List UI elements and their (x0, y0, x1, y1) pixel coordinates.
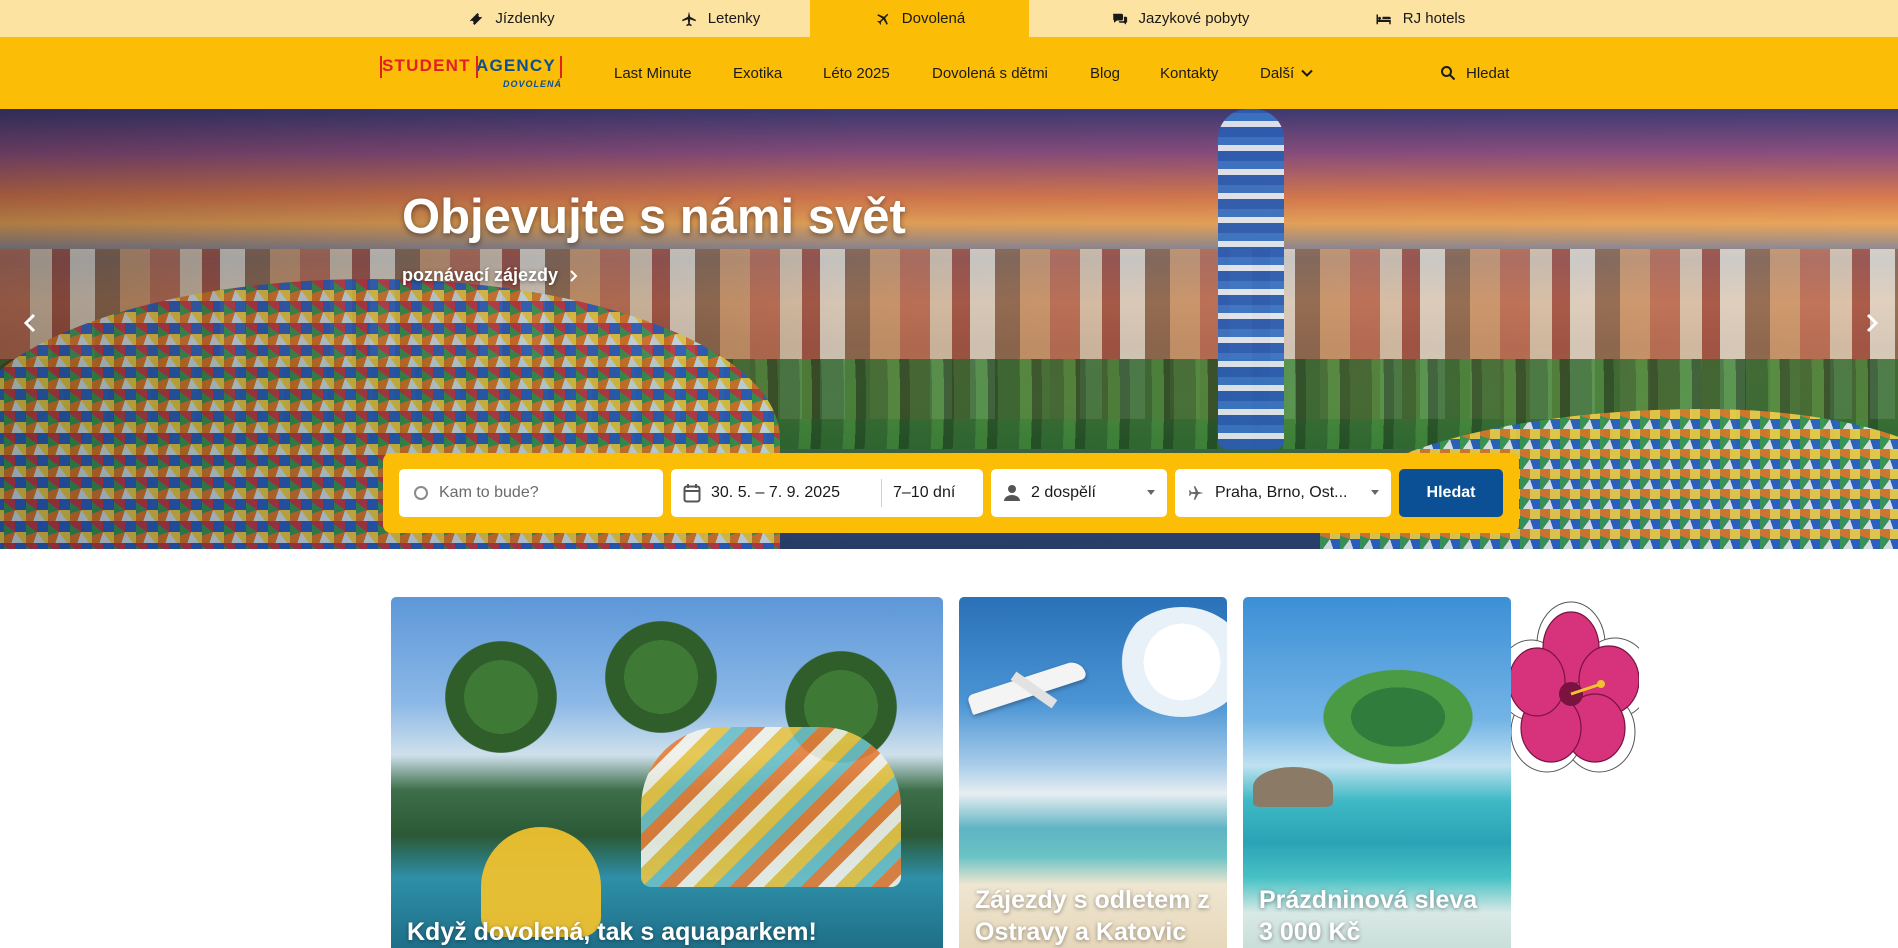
person-icon (1004, 485, 1020, 501)
caption-line: Ostravy a Katovic (975, 918, 1187, 946)
bed-icon (1376, 14, 1391, 24)
dropdown-arrow-icon (1147, 490, 1155, 495)
card-image-palm (591, 617, 731, 737)
travelers-select[interactable]: 2 dospělí (991, 469, 1167, 517)
tab-letenky[interactable]: Letenky (640, 0, 800, 37)
nav-kontakty[interactable]: Kontakty (1160, 37, 1218, 109)
departure-select[interactable]: Praha, Brno, Ost... (1175, 469, 1391, 517)
carousel-prev-arrow[interactable] (18, 311, 42, 335)
logo-divider (476, 56, 478, 78)
airplane-icon (681, 11, 696, 26)
nav-blog[interactable]: Blog (1090, 37, 1120, 109)
nav-search-label: Hledat (1466, 64, 1510, 82)
main-navigation: STUDENT AGENCY DOVOLENÁ Last Minute Exot… (0, 37, 1898, 109)
ticket-icon (470, 12, 483, 25)
travelers-value: 2 dospělí (1031, 484, 1096, 501)
destination-input[interactable]: Kam to bude? (399, 469, 663, 517)
tab-label: Jazykové pobyty (1138, 10, 1250, 27)
nav-leto-2025[interactable]: Léto 2025 (823, 37, 890, 109)
nav-dovolena-s-detmi[interactable]: Dovolená s dětmi (932, 37, 1048, 109)
beach-plane-icon (876, 13, 889, 25)
caption-line: Prázdninová sleva (1259, 886, 1478, 914)
nav-last-minute[interactable]: Last Minute (614, 37, 692, 109)
tab-label: Jízdenky (495, 10, 555, 27)
promo-card-summer-discount[interactable]: Prázdninová sleva 3 000 Kč (1243, 597, 1511, 948)
search-submit-button[interactable]: Hledat (1399, 469, 1503, 517)
date-range-field[interactable]: 30. 5. – 7. 9. 2025 7–10 dní (671, 469, 983, 517)
chevron-right-icon (570, 269, 578, 282)
product-tabs-bar: Jízdenky Letenky Dovolená Jazykové pobyt… (0, 0, 1898, 37)
tab-jizdenky[interactable]: Jízdenky (426, 0, 596, 37)
destination-placeholder: Kam to bude? (439, 484, 539, 501)
tab-label: Letenky (707, 10, 761, 27)
card-image-palm (431, 637, 571, 757)
promo-card-caption: Když dovolená, tak s aquaparkem! (407, 918, 817, 946)
calendar-icon (683, 484, 701, 503)
field-divider (881, 479, 882, 507)
nav-search-link[interactable]: Hledat (1440, 37, 1509, 109)
departure-value: Praha, Brno, Ost... (1215, 484, 1348, 501)
student-agency-logo[interactable]: STUDENT AGENCY DOVOLENÁ (380, 56, 562, 90)
carousel-next-arrow[interactable] (1860, 311, 1884, 335)
airplane-icon (1188, 486, 1204, 500)
caption-line: Zájezdy s odletem z (975, 886, 1210, 914)
dropdown-arrow-icon (1371, 490, 1379, 495)
logo-divider (560, 56, 562, 78)
card-image-palm (1303, 657, 1493, 777)
trip-search-form: Kam to bude? 30. 5. – 7. 9. 2025 7–10 dn… (383, 453, 1519, 533)
nav-dalsi-label: Další (1260, 64, 1295, 82)
circle-icon (414, 486, 428, 500)
logo-subtitle: DOVOLENÁ (502, 79, 562, 89)
card-image-rock (1253, 767, 1333, 807)
hero-subtitle-link[interactable]: poznávací zájezdy (402, 265, 580, 286)
search-icon (1441, 66, 1456, 81)
hibiscus-sticker (1511, 601, 1639, 773)
caption-line: 3 000 Kč (1259, 918, 1361, 946)
card-image-waterslide (641, 727, 901, 887)
nav-exotika[interactable]: Exotika (733, 37, 782, 109)
date-range-value: 30. 5. – 7. 9. 2025 (711, 484, 840, 501)
tab-label: Dovolená (901, 10, 966, 27)
chat-bubbles-icon (1112, 13, 1127, 25)
promo-card-caption: Prázdninová sleva 3 000 Kč (1259, 884, 1477, 948)
hero-subtitle-label: poznávací zájezdy (402, 265, 559, 285)
tab-jazykove-pobyty[interactable]: Jazykové pobyty (1080, 0, 1280, 37)
promo-card-aquapark[interactable]: Když dovolená, tak s aquaparkem! (391, 597, 943, 948)
tab-rj-hotels[interactable]: RJ hotels (1350, 0, 1490, 37)
duration-value[interactable]: 7–10 dní (893, 484, 955, 502)
nav-dalsi[interactable]: Další (1260, 37, 1314, 109)
logo-wordmark: STUDENT AGENCY (382, 56, 556, 75)
tab-dovolena[interactable]: Dovolená (810, 0, 1029, 37)
card-image-cloud (1117, 607, 1227, 717)
hero-title: Objevujte s námi svět (402, 190, 906, 244)
logo-divider (380, 56, 382, 78)
promo-card-ostrava-katowice[interactable]: Zájezdy s odletem z Ostravy a Katovic (959, 597, 1227, 948)
promo-card-caption: Zájezdy s odletem z Ostravy a Katovic (975, 884, 1210, 948)
chevron-down-icon (1301, 69, 1313, 77)
tab-label: RJ hotels (1402, 10, 1466, 27)
